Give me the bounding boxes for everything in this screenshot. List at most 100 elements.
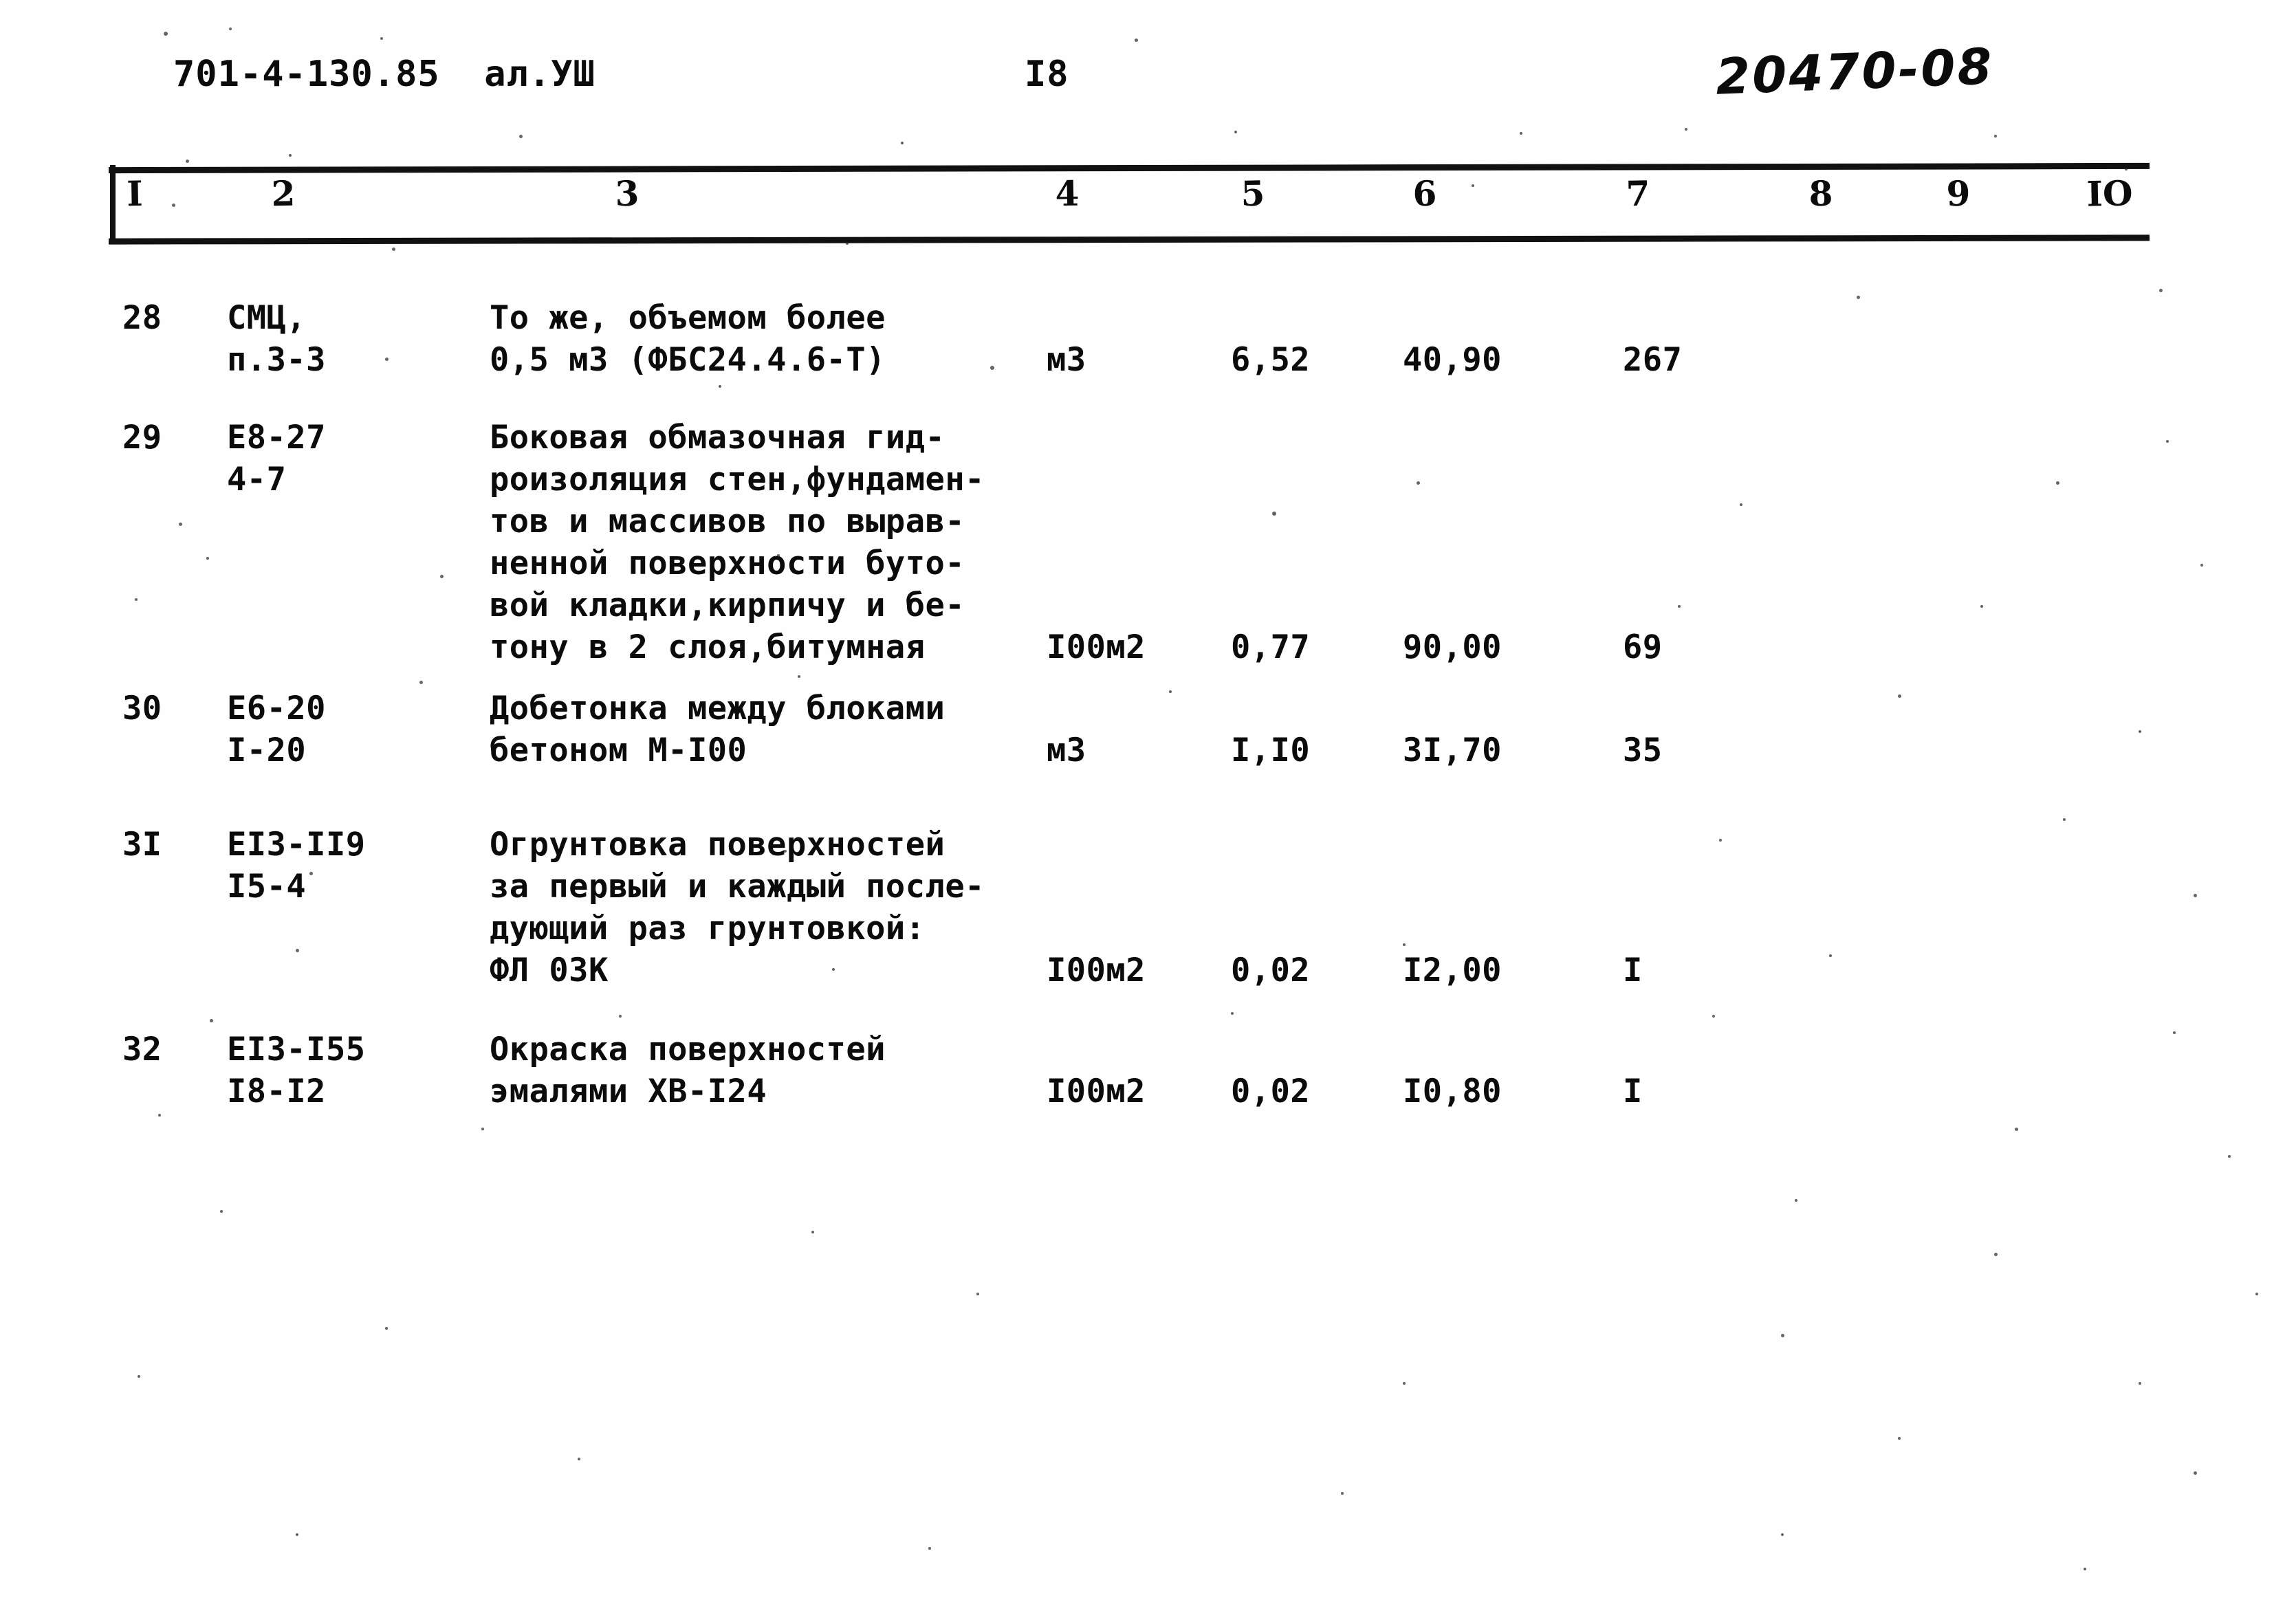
- scan-speck: [1234, 131, 1237, 133]
- scan-speck: [2159, 289, 2163, 292]
- scan-speck: [798, 675, 800, 678]
- row-quantity: 6,52: [1231, 341, 1311, 379]
- scan-speck: [220, 1210, 223, 1213]
- scan-speck: [309, 872, 313, 875]
- scan-speck: [1417, 481, 1420, 485]
- row-quantity: 0,02: [1231, 952, 1311, 989]
- scan-speck: [164, 32, 168, 36]
- scan-speck: [2200, 564, 2203, 567]
- row-unit-price: 40,90: [1403, 341, 1502, 379]
- scan-speck: [1231, 1012, 1234, 1015]
- scan-speck: [519, 135, 523, 138]
- scan-speck: [2139, 1382, 2141, 1385]
- scan-speck: [2194, 894, 2197, 897]
- row-norm-code: ЕI3-I55 I8-I2: [227, 1031, 366, 1110]
- scan-speck: [1994, 135, 1997, 138]
- row-position-number: 30: [122, 690, 162, 727]
- scan-speck: [2194, 1471, 2197, 1475]
- scan-speck: [172, 204, 175, 207]
- scan-speck: [1857, 296, 1860, 299]
- scan-speck: [1898, 694, 1901, 698]
- scan-speck: [1740, 503, 1742, 506]
- scan-speck: [578, 1458, 580, 1460]
- row-norm-code: Е8-27 4-7: [227, 419, 326, 498]
- scan-speck: [928, 1547, 931, 1550]
- scan-speck: [784, 850, 787, 853]
- row-unit: I00м2: [1047, 952, 1146, 989]
- scan-speck: [1994, 1253, 1998, 1256]
- scan-speck: [481, 1128, 484, 1130]
- scan-speck: [440, 575, 444, 578]
- scan-speck: [2015, 1128, 2018, 1131]
- scan-speck: [777, 554, 780, 557]
- scan-speck: [210, 1019, 213, 1022]
- scan-speck: [385, 1327, 388, 1330]
- scan-speck: [1678, 605, 1681, 608]
- scan-speck: [1341, 1492, 1344, 1495]
- scan-speck: [206, 557, 209, 560]
- scan-speck: [296, 1533, 298, 1536]
- scan-speck: [846, 242, 849, 245]
- scan-speck: [1520, 132, 1522, 135]
- row-total: 35: [1623, 732, 1663, 769]
- row-position-number: 29: [122, 419, 162, 457]
- row-position-number: 32: [122, 1031, 162, 1068]
- row-description: Добетонка между блоками бетоном М-I00: [490, 690, 945, 769]
- scan-speck: [1781, 1533, 1784, 1536]
- scan-speck: [1135, 39, 1138, 42]
- scan-speck: [2056, 481, 2059, 485]
- scan-speck: [1781, 1334, 1784, 1337]
- row-position-number: 3I: [122, 826, 162, 864]
- scan-speck: [1719, 839, 1722, 842]
- scan-speck: [2063, 818, 2066, 821]
- scan-speck: [976, 1293, 979, 1295]
- scan-speck: [1472, 184, 1474, 187]
- scan-speck: [2228, 1155, 2231, 1158]
- row-total: I: [1623, 1073, 1643, 1110]
- row-position-number: 28: [122, 299, 162, 337]
- scan-speck: [2166, 440, 2169, 443]
- row-unit: I00м2: [1047, 628, 1146, 666]
- scan-speck: [1829, 954, 1832, 957]
- scan-speck: [2173, 1031, 2176, 1034]
- scan-speck: [1795, 1199, 1797, 1202]
- row-quantity: 0,77: [1231, 628, 1311, 666]
- scan-speck: [832, 968, 835, 971]
- row-description: Боковая обмазочная гид- роизоляция стен,…: [490, 419, 985, 666]
- scan-speck: [380, 37, 383, 40]
- row-unit-price: 90,00: [1403, 628, 1502, 666]
- scan-speck: [1169, 690, 1172, 693]
- scan-speck: [2084, 1568, 2086, 1570]
- scan-speck: [2139, 730, 2141, 733]
- row-unit: I00м2: [1047, 1073, 1146, 1110]
- row-quantity: 0,02: [1231, 1073, 1311, 1110]
- scan-speck: [138, 1375, 140, 1378]
- scan-speck: [186, 160, 189, 163]
- scan-speck: [179, 523, 182, 526]
- row-description: То же, объемом более 0,5 м3 (ФБС24.4.6-Т…: [490, 299, 886, 379]
- row-description: Огрунтовка поверхностей за первый и кажд…: [490, 826, 985, 989]
- scan-speck: [135, 598, 138, 601]
- row-unit-price: 3I,70: [1403, 732, 1502, 769]
- table-body: 28 СМЦ, п.3-3 То же, объемом более 0,5 м3 …: [0, 0, 2274, 1624]
- row-unit: м3: [1047, 341, 1086, 379]
- row-total: 69: [1623, 628, 1663, 666]
- scan-speck: [229, 28, 232, 30]
- scan-speck: [619, 1015, 622, 1018]
- scan-speck: [1403, 1382, 1406, 1385]
- row-unit-price: I2,00: [1403, 952, 1502, 989]
- scan-speck: [1898, 1437, 1901, 1440]
- row-norm-code: ЕI3-II9 I5-4: [227, 826, 366, 906]
- scan-speck: [2125, 168, 2128, 171]
- scan-speck: [289, 154, 292, 157]
- scan-speck: [2255, 1293, 2258, 1295]
- row-unit: м3: [1047, 732, 1086, 769]
- row-description: Окраска поверхностей эмалями ХВ-I24: [490, 1031, 886, 1110]
- scan-speck: [1980, 605, 1983, 608]
- scanned-document-page: 701-4-130.85 ал.УШ I8 20470-08 I23456789…: [0, 0, 2274, 1624]
- row-quantity: I,I0: [1231, 732, 1311, 769]
- scan-speck: [990, 366, 994, 370]
- scan-speck: [1685, 128, 1687, 131]
- scan-speck: [296, 949, 299, 952]
- scan-speck: [392, 248, 395, 251]
